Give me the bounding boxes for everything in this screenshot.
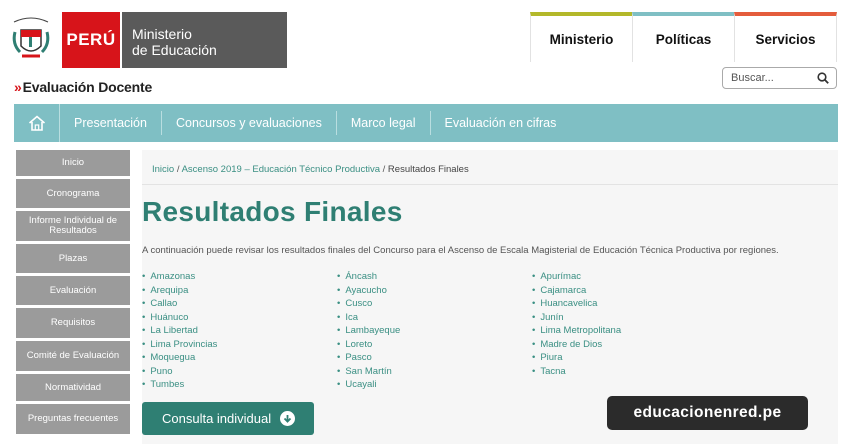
top-nav-politicas[interactable]: Políticas — [632, 12, 734, 62]
region-link[interactable]: Ica — [337, 311, 400, 325]
region-list-3: Apurímac Cajamarca Huancavelica Junín Li… — [532, 270, 621, 378]
top-nav: Ministerio Políticas Servicios — [530, 12, 837, 62]
region-link[interactable]: Huánuco — [142, 311, 217, 325]
nav-presentacion[interactable]: Presentación — [60, 111, 162, 135]
breadcrumb-home[interactable]: Inicio — [152, 164, 174, 175]
sidebar-item-comite[interactable]: Comité de Evaluación — [16, 341, 130, 371]
region-link[interactable]: Amazonas — [142, 270, 217, 284]
ministry-line-1: Ministerio — [132, 26, 192, 42]
region-link[interactable]: Puno — [142, 365, 217, 379]
region-link[interactable]: Lima Provincias — [142, 338, 217, 352]
region-list-1: Amazonas Arequipa Callao Huánuco La Libe… — [142, 270, 217, 392]
nav-evaluacion-cifras[interactable]: Evaluación en cifras — [431, 111, 571, 135]
breadcrumb-separator: / — [382, 164, 386, 175]
ministry-logo[interactable]: Ministerio de Educación — [122, 12, 287, 68]
country-label: PERÚ — [66, 30, 116, 49]
region-link[interactable]: Áncash — [337, 270, 400, 284]
region-link[interactable]: San Martín — [337, 365, 400, 379]
region-link[interactable]: Arequipa — [142, 284, 217, 298]
home-button[interactable] — [14, 104, 60, 142]
nav-marco-legal[interactable]: Marco legal — [337, 111, 431, 135]
chevron-icon: » — [14, 79, 22, 95]
peru-logo[interactable]: PERÚ — [62, 12, 120, 68]
search-box — [722, 67, 837, 89]
region-link[interactable]: La Libertad — [142, 324, 217, 338]
region-link[interactable]: Tumbes — [142, 378, 217, 392]
watermark-badge: educacionenred.pe — [607, 396, 808, 430]
top-nav-ministerio[interactable]: Ministerio — [530, 12, 632, 62]
section-title-label: Evaluación Docente — [22, 79, 153, 95]
region-list-2: Áncash Ayacucho Cusco Ica Lambayeque Lor… — [337, 270, 400, 392]
main-nav: Presentación Concursos y evaluaciones Ma… — [14, 104, 838, 142]
sidebar-item-normatividad[interactable]: Normatividad — [16, 374, 130, 401]
button-label: Consulta individual — [162, 411, 272, 426]
sidebar-item-plazas[interactable]: Plazas — [16, 244, 130, 273]
home-icon — [28, 115, 45, 131]
region-link[interactable]: Cusco — [337, 297, 400, 311]
sidebar-item-cronograma[interactable]: Cronograma — [16, 179, 130, 208]
region-link[interactable]: Apurímac — [532, 270, 621, 284]
breadcrumb-parent[interactable]: Ascenso 2019 – Educación Técnico Product… — [182, 164, 380, 175]
region-link[interactable]: Madre de Dios — [532, 338, 621, 352]
region-link[interactable]: Pasco — [337, 351, 400, 365]
sidebar-item-evaluacion[interactable]: Evaluación — [16, 276, 130, 305]
region-link[interactable]: Ucayali — [337, 378, 400, 392]
breadcrumb: Inicio / Ascenso 2019 – Educación Técnic… — [152, 164, 469, 175]
region-link[interactable]: Lima Metropolitana — [532, 324, 621, 338]
sidebar-item-informe[interactable]: Informe Individual de Resultados — [16, 211, 130, 241]
ministry-line-2: de Educación — [132, 42, 217, 58]
search-icon[interactable] — [817, 72, 829, 84]
breadcrumb-current: Resultados Finales — [387, 164, 469, 175]
top-nav-servicios[interactable]: Servicios — [734, 12, 837, 62]
region-link[interactable]: Loreto — [337, 338, 400, 352]
sidebar-item-preguntas[interactable]: Preguntas frecuentes — [16, 404, 130, 434]
region-link[interactable]: Callao — [142, 297, 217, 311]
region-link[interactable]: Lambayeque — [337, 324, 400, 338]
sidebar-item-requisitos[interactable]: Requisitos — [16, 308, 130, 338]
region-link[interactable]: Piura — [532, 351, 621, 365]
sidebar-item-inicio[interactable]: Inicio — [16, 150, 130, 176]
arrow-down-circle-icon — [280, 411, 296, 426]
divider — [142, 184, 838, 185]
section-title[interactable]: »Evaluación Docente — [14, 79, 152, 95]
sidebar: Inicio Cronograma Informe Individual de … — [16, 150, 130, 437]
search-input[interactable] — [731, 72, 813, 84]
region-link[interactable]: Ayacucho — [337, 284, 400, 298]
region-link[interactable]: Moquegua — [142, 351, 217, 365]
breadcrumb-separator: / — [176, 164, 180, 175]
region-link[interactable]: Tacna — [532, 365, 621, 379]
consulta-individual-button[interactable]: Consulta individual — [142, 402, 314, 435]
page-title: Resultados Finales — [142, 196, 403, 227]
region-link[interactable]: Junín — [532, 311, 621, 325]
page: PERÚ Ministerio de Educación »Evaluación… — [0, 0, 851, 444]
region-link[interactable]: Cajamarca — [532, 284, 621, 298]
intro-text: A continuación puede revisar los resulta… — [142, 245, 779, 256]
peru-crest-icon — [12, 17, 50, 58]
region-link[interactable]: Huancavelica — [532, 297, 621, 311]
nav-concursos[interactable]: Concursos y evaluaciones — [162, 111, 337, 135]
